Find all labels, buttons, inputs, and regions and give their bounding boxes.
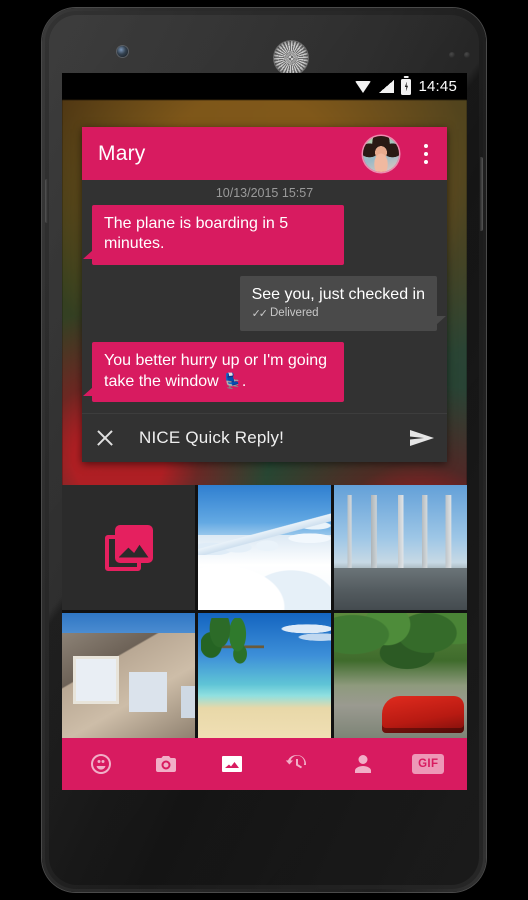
phone-screen: 14:45 Mary 10/13/2015 15:57 The plane is… xyxy=(62,73,467,790)
forest-road-red-car-photo[interactable] xyxy=(334,613,467,738)
tropical-beach-photo[interactable] xyxy=(198,613,331,738)
message-text-after: . xyxy=(241,372,247,390)
conversation-timestamp: 10/13/2015 15:57 xyxy=(215,186,314,200)
quick-reply-input-bar: NICE Quick Reply! xyxy=(82,413,447,462)
overflow-dot xyxy=(424,159,428,164)
gallery-picker-cell[interactable] xyxy=(62,485,195,610)
status-bar: 14:45 xyxy=(62,73,467,100)
gif-button[interactable]: GIF xyxy=(408,744,448,784)
front-camera-icon xyxy=(117,46,128,57)
recent-button[interactable] xyxy=(277,744,317,784)
camera-icon xyxy=(156,756,177,772)
seat-emoji-icon: 💺 xyxy=(223,372,242,390)
delivered-check-icon: ✓✓ xyxy=(251,307,269,320)
camera-button[interactable] xyxy=(146,744,186,784)
industrial-plant-photo[interactable] xyxy=(334,485,467,610)
photo-grid xyxy=(62,485,467,738)
volume-button[interactable] xyxy=(480,157,483,231)
send-icon[interactable] xyxy=(409,427,435,449)
message-text: See you, just checked in xyxy=(251,285,425,303)
history-icon xyxy=(286,754,307,769)
snowy-forest-photo[interactable] xyxy=(198,485,331,610)
message-text: You better hurry up or I'm going take th… xyxy=(104,352,328,390)
quick-reply-panel: Mary 10/13/2015 15:57 The plane is board… xyxy=(82,127,447,463)
earpiece-speaker-icon xyxy=(274,41,308,75)
message-text: The plane is boarding in 5 minutes. xyxy=(104,215,289,253)
gallery-button[interactable] xyxy=(212,744,252,784)
avatar[interactable] xyxy=(363,135,399,172)
overflow-menu-icon[interactable] xyxy=(413,134,439,174)
person-icon xyxy=(354,755,371,773)
cell-signal-icon xyxy=(379,80,395,93)
emoji-button[interactable] xyxy=(81,744,121,784)
smiley-icon xyxy=(90,754,111,774)
power-button[interactable] xyxy=(45,179,48,223)
message-row: See you, just checked in ✓✓ Delivered xyxy=(82,275,447,332)
suburban-house-photo[interactable] xyxy=(62,613,195,738)
contact-name: Mary xyxy=(98,141,146,165)
battery-charging-icon xyxy=(401,78,412,95)
overflow-dot xyxy=(424,151,428,156)
overflow-dot xyxy=(424,143,428,148)
proximity-sensor-icon xyxy=(449,52,455,58)
message-row: The plane is boarding in 5 minutes. xyxy=(82,205,447,265)
photo-library-icon xyxy=(104,524,153,571)
message-bubble-incoming[interactable]: You better hurry up or I'm going take th… xyxy=(83,342,344,403)
message-row: You better hurry up or I'm going take th… xyxy=(82,342,447,403)
message-bubble-outgoing[interactable]: See you, just checked in ✓✓ Delivered xyxy=(239,275,447,332)
message-status: ✓✓ Delivered xyxy=(252,306,425,321)
light-sensor-icon xyxy=(464,52,470,58)
close-icon[interactable] xyxy=(94,427,116,449)
wifi-icon xyxy=(355,80,372,93)
message-bubble-incoming[interactable]: The plane is boarding in 5 minutes. xyxy=(83,205,344,265)
quick-reply-header: Mary xyxy=(82,127,447,180)
gif-icon: GIF xyxy=(412,754,445,774)
library-front-frame xyxy=(114,524,153,563)
delivery-status-label: Delivered xyxy=(270,307,319,320)
status-clock: 14:45 xyxy=(418,78,457,95)
attachment-toolbar: GIF xyxy=(62,738,467,790)
contact-button[interactable] xyxy=(343,744,383,784)
reply-input[interactable]: NICE Quick Reply! xyxy=(139,428,409,448)
gallery-icon xyxy=(221,756,242,772)
